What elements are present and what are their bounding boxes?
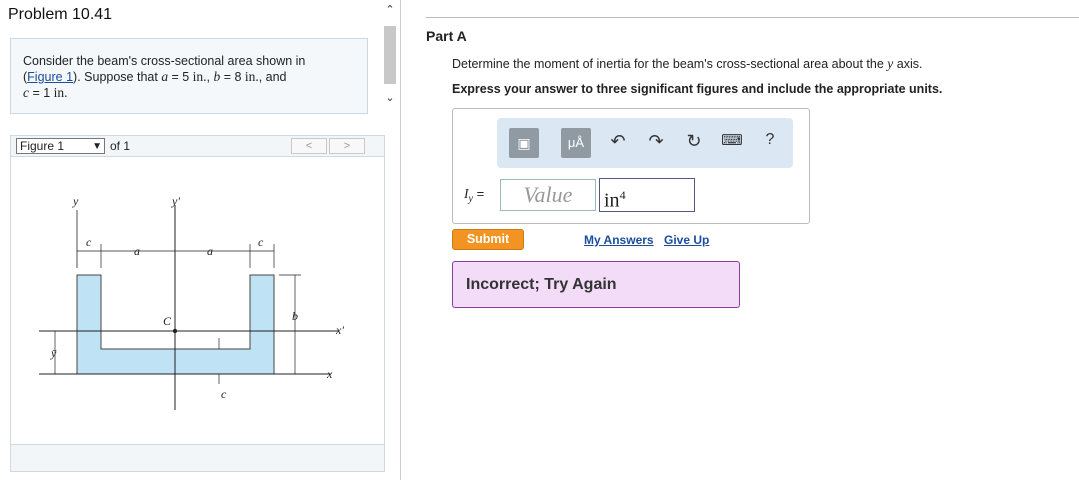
- redo-icon[interactable]: ↷: [645, 131, 667, 152]
- scroll-up-icon[interactable]: ⌃: [384, 4, 396, 16]
- problem-title: Problem 10.41: [8, 6, 113, 23]
- label-a-left: a: [134, 244, 140, 258]
- beam-cross-section-figure: y y' c a a c C b x' x ȳ c: [39, 194, 344, 410]
- unit-input[interactable]: in4: [599, 178, 695, 212]
- answer-label: Iy =: [464, 186, 485, 205]
- keyboard-icon[interactable]: ⌨: [721, 131, 743, 149]
- give-up-link[interactable]: Give Up: [664, 233, 709, 247]
- prev-figure-button[interactable]: <: [291, 138, 327, 154]
- reset-icon[interactable]: ↻: [683, 131, 705, 152]
- problem-panel: Problem 10.41 Consider the beam's cross-…: [0, 0, 401, 480]
- figure-select[interactable]: Figure 1 ▼: [16, 138, 105, 154]
- scroll-thumb[interactable]: [384, 26, 396, 84]
- label-x: x: [326, 367, 333, 381]
- my-answers-link[interactable]: My Answers: [584, 233, 654, 247]
- label-c-left: c: [86, 235, 92, 249]
- label-y: y: [72, 194, 79, 208]
- label-y-prime: y': [171, 194, 180, 208]
- label-c-bottom: c: [221, 387, 227, 401]
- figure-area: y y' c a a c C b x' x ȳ c: [10, 157, 385, 472]
- instruction-text: Express your answer to three significant…: [452, 82, 943, 96]
- label-b: b: [292, 309, 298, 323]
- problem-statement: Consider the beam's cross-sectional area…: [10, 38, 368, 114]
- label-centroid: C: [163, 314, 172, 328]
- templates-icon[interactable]: ▣: [509, 128, 539, 158]
- label-ybar: ȳ: [50, 346, 57, 360]
- chevron-down-icon: ▼: [92, 141, 102, 152]
- next-figure-button[interactable]: >: [329, 138, 365, 154]
- figure-toolbar: Figure 1 ▼ of 1 < >: [10, 135, 385, 157]
- figure-link[interactable]: Figure 1: [27, 70, 73, 84]
- scroll-down-icon[interactable]: ⌄: [384, 92, 396, 104]
- feedback-message: Incorrect; Try Again: [452, 261, 740, 308]
- label-a-right: a: [207, 244, 213, 258]
- units-button[interactable]: μÅ: [561, 128, 591, 158]
- question-text: Determine the moment of inertia for the …: [452, 56, 923, 71]
- figure-footer: [11, 444, 384, 471]
- label-x-prime: x': [335, 323, 344, 337]
- help-icon[interactable]: ?: [759, 131, 781, 149]
- equation-toolbar: ▣ μÅ ↶ ↷ ↻ ⌨ ?: [497, 118, 793, 168]
- value-input[interactable]: Value: [500, 179, 596, 211]
- submit-button[interactable]: Submit: [452, 229, 524, 250]
- divider: [426, 17, 1079, 18]
- label-c-right: c: [258, 235, 264, 249]
- problem-scrollbar[interactable]: ⌃ ⌄: [382, 2, 398, 116]
- undo-icon[interactable]: ↶: [607, 131, 629, 152]
- figure-count: of 1: [110, 139, 131, 153]
- part-title: Part A: [426, 28, 467, 44]
